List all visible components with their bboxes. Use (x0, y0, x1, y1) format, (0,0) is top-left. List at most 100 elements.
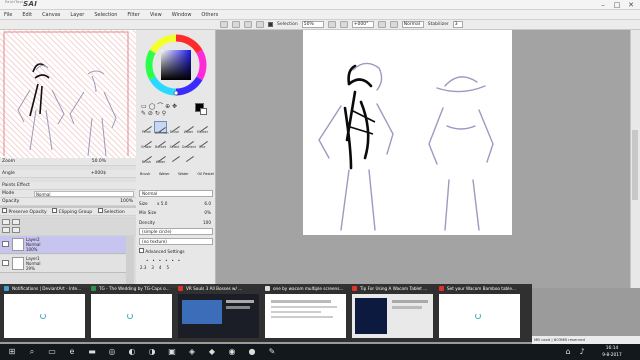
brush-texture-select[interactable]: (no texture) (139, 238, 213, 245)
color-wheel[interactable] (138, 32, 214, 100)
app-icon[interactable]: ◈ (184, 344, 200, 360)
menu-view[interactable]: View (150, 12, 162, 18)
angle-value[interactable]: +000$ (91, 170, 106, 178)
brush-shape-select[interactable]: (simple circle) (139, 228, 213, 235)
task-view-icon[interactable]: ▭ (44, 344, 60, 360)
app-icon[interactable]: ● (244, 344, 260, 360)
start-icon[interactable]: ⊞ (4, 344, 20, 360)
blend-mode-select[interactable]: Normal (401, 21, 424, 28)
advanced-settings-row[interactable]: Advanced Settings (139, 248, 213, 255)
switcher-card[interactable]: TG - The Wedding by TG-Caps o... (90, 284, 173, 340)
zoom-field[interactable]: 50% (301, 21, 324, 28)
tool-deselect[interactable]: Deselect (182, 136, 196, 149)
tool-brush[interactable]: Brush (168, 121, 181, 134)
invert-selection-icon[interactable] (256, 21, 264, 28)
switcher-card[interactable]: Set your Wacom Bamboo table... (438, 284, 521, 340)
tool-bucket[interactable]: Bucket (154, 136, 167, 149)
volume-icon[interactable]: ♪ (574, 344, 590, 360)
new-folder-icon[interactable] (12, 219, 20, 225)
min-size-row[interactable]: Min Size 0% (139, 209, 213, 216)
search-icon[interactable]: ⌕ (24, 344, 40, 360)
maximize-button[interactable]: □ (610, 0, 624, 10)
tool-blend-select[interactable]: Normal (139, 190, 213, 197)
app-icon[interactable]: ◉ (224, 344, 240, 360)
brush-size-5[interactable]: 5 (166, 265, 169, 270)
tool-water[interactable]: Water (182, 121, 195, 134)
zoom-in-icon[interactable] (327, 21, 336, 28)
menu-window[interactable]: Window (172, 12, 192, 18)
menu-layer[interactable]: Layer (70, 12, 84, 18)
switcher-card[interactable]: VR Souls 3 All Bosses w/ ... (177, 284, 260, 340)
menu-canvas[interactable]: Canvas (42, 12, 60, 18)
chrome-icon[interactable]: ◎ (104, 344, 120, 360)
tool-pencil[interactable]: Pencil (140, 121, 153, 134)
tool-slot-empty-2[interactable] (182, 151, 195, 163)
min-size-value[interactable]: 0% (204, 209, 211, 216)
tool-brush-2[interactable]: Brush (140, 151, 153, 164)
tool-marker[interactable]: Marker (196, 121, 209, 134)
tool-eraser[interactable]: Eraser (140, 136, 153, 149)
switcher-card[interactable]: Notifications | DeviantArt - Inte... (3, 284, 86, 340)
vertical-scrollbar-thumb[interactable] (632, 130, 638, 200)
preserve-opacity-checkbox[interactable] (2, 208, 7, 213)
flip-icon[interactable] (389, 21, 398, 28)
select-tool-icons[interactable]: ▭ ◯ ⌒ ⊕ ✥ (141, 101, 177, 110)
zoom-value[interactable]: 50.0% (92, 158, 106, 166)
tool-water-2[interactable]: Water (154, 151, 167, 164)
tool-airbrush[interactable]: AirBrush (154, 121, 169, 135)
menu-edit[interactable]: Edit (22, 12, 32, 18)
stabilizer-select[interactable]: 3 (452, 21, 463, 28)
menu-selection[interactable]: Selection (94, 12, 117, 18)
density-row[interactable]: Density 100 (139, 219, 213, 226)
clipping-group-checkbox[interactable] (52, 208, 58, 213)
selection-checkbox[interactable] (268, 22, 273, 27)
visibility-icon[interactable] (2, 260, 9, 266)
layer-row[interactable]: Layer1 Normal 29% (0, 255, 126, 273)
secondary-color-swatch[interactable] (200, 108, 207, 115)
advanced-settings-checkbox[interactable] (139, 248, 144, 253)
opacity-value[interactable]: 100% (120, 198, 133, 206)
layer-row[interactable]: Layer2 Normal 100% (0, 236, 126, 254)
menu-filter[interactable]: Filter (127, 12, 139, 18)
navigator-preview[interactable] (0, 30, 136, 158)
app-icon[interactable]: ◐ (124, 344, 140, 360)
zoom-out-icon[interactable] (339, 21, 348, 28)
delete-layer-icon[interactable] (12, 227, 20, 233)
rotation-field[interactable]: +000° (351, 21, 374, 28)
selection-source-checkbox[interactable] (97, 208, 103, 213)
paint-tool-sai-icon[interactable]: ✎ (264, 344, 280, 360)
new-layer-icon[interactable] (2, 219, 10, 225)
brush-size-3[interactable]: 3 (151, 265, 154, 270)
switcher-card[interactable]: one by wacom multiple screens... (264, 284, 347, 340)
undo-icon[interactable] (220, 21, 228, 28)
menu-file[interactable]: File (4, 12, 12, 18)
brush-size-2-3[interactable]: 2.3 (140, 265, 146, 270)
size-row[interactable]: Size x 5.0 6.0 (139, 200, 213, 207)
tool-select[interactable]: Select (168, 136, 181, 149)
app-icon[interactable]: ◑ (144, 344, 160, 360)
redo-icon[interactable] (232, 21, 240, 28)
file-explorer-icon[interactable]: ▬ (84, 344, 100, 360)
minimize-button[interactable]: – (596, 0, 610, 10)
taskbar-clock[interactable]: 16:14 9-8-2017 (592, 345, 632, 359)
app-icon[interactable]: ◆ (204, 344, 220, 360)
menu-others[interactable]: Others (201, 12, 218, 18)
visibility-icon[interactable] (2, 241, 9, 247)
brush-size-4[interactable]: 4 (159, 265, 162, 270)
size-value[interactable]: 6.0 (204, 200, 211, 207)
merge-layer-icon[interactable] (2, 227, 10, 233)
deselect-icon[interactable] (244, 21, 252, 28)
close-button[interactable]: ✕ (624, 0, 638, 10)
move-tool-icons[interactable]: ✎ ⊘ ↻ ⚲ (141, 110, 166, 117)
density-value[interactable]: 100 (203, 219, 211, 226)
mode-select[interactable]: Normal (34, 191, 134, 197)
tool-slot-empty[interactable] (168, 151, 181, 163)
edge-icon[interactable]: e (64, 344, 80, 360)
tool-blur[interactable]: Blur (196, 136, 209, 149)
switcher-card[interactable]: Tip For Using A Wacom Tablet ... (351, 284, 434, 340)
layer-scrollbar[interactable] (126, 236, 134, 284)
brush-size-presets[interactable]: • • • • • • 2.3 3 4 5 (140, 258, 212, 284)
rotate-icon[interactable] (377, 21, 386, 28)
size-mult[interactable]: x 5.0 (157, 201, 167, 206)
store-icon[interactable]: ▣ (164, 344, 180, 360)
